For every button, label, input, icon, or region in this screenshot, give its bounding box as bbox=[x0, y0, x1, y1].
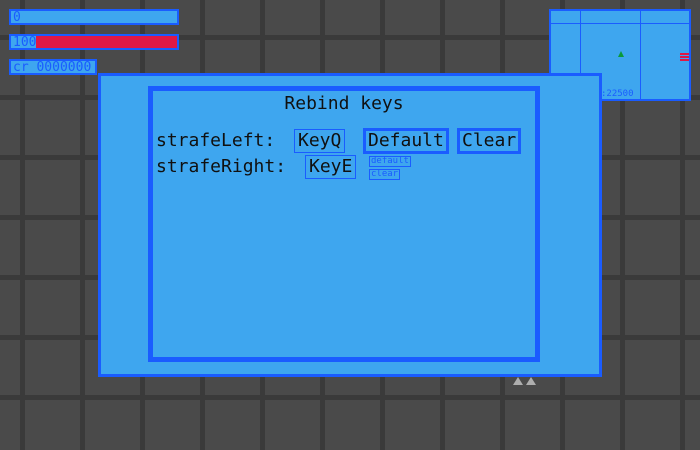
clear-button-strafe-left[interactable]: Clear bbox=[457, 128, 522, 154]
shield-bar: 0 bbox=[9, 9, 179, 25]
minimap-grid-line bbox=[551, 23, 689, 24]
clear-button-strafe-right[interactable]: clear bbox=[369, 169, 401, 180]
shield-value: 0 bbox=[13, 10, 21, 25]
health-bar-fill bbox=[35, 36, 177, 48]
health-bar: 100 bbox=[9, 34, 179, 50]
action-label: strafeLeft: bbox=[156, 130, 276, 151]
action-label: strafeRight: bbox=[156, 156, 287, 177]
default-button-strafe-right[interactable]: default bbox=[369, 156, 411, 167]
default-button-strafe-left[interactable]: Default bbox=[363, 128, 449, 154]
rebind-panel: Rebind keys strafeLeft: KeyQ Default Cle… bbox=[148, 86, 540, 362]
minimap-grid-line bbox=[640, 11, 641, 99]
ship-icon bbox=[526, 377, 536, 385]
health-value: 100 bbox=[13, 35, 37, 50]
player-marker-icon bbox=[618, 51, 624, 57]
key-button-strafe-left[interactable]: KeyQ bbox=[294, 129, 346, 153]
key-button-strafe-right[interactable]: KeyE bbox=[305, 155, 357, 179]
enemy-marker-icon bbox=[680, 53, 689, 62]
dialog-title: Rebind keys bbox=[284, 93, 404, 114]
credits-display: cr 0000000 bbox=[9, 59, 97, 75]
minimap-coordinate: :22500 bbox=[601, 89, 634, 99]
ship-icon bbox=[513, 377, 523, 385]
credits-value: cr 0000000 bbox=[13, 60, 92, 75]
